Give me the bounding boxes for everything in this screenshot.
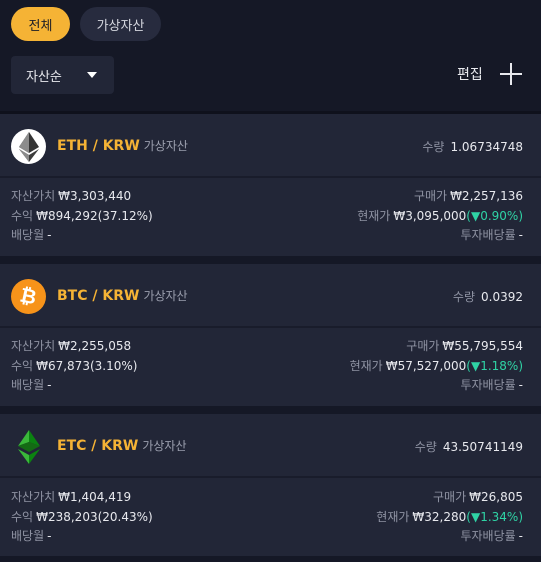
quantity-label: 수량: [452, 290, 475, 304]
profit-label: 수익: [11, 359, 34, 373]
current-price-value: ₩3,095,000: [393, 209, 467, 223]
asset-pair-label: ETC / KRW: [57, 438, 139, 454]
price-change: (▼1.18%): [466, 359, 523, 373]
asset-value: 자산가치 ₩1,404,419: [11, 488, 131, 505]
card-separator: [0, 476, 541, 478]
dividend-yield-value: -: [518, 228, 523, 242]
card-gap: [0, 256, 541, 264]
dividend-yield: 투자배당률 -: [460, 376, 523, 393]
dividend-month: 배당월 -: [11, 376, 51, 393]
buy-price: 구매가 ₩2,257,136: [414, 187, 523, 204]
dividend-month-label: 배당월: [11, 228, 45, 242]
asset-card[interactable]: ₿ BTC / KRW 가상자산 수량 0.0392 자산가치 ₩2,255,058 …: [0, 264, 541, 406]
buy-price-value: ₩2,257,136: [450, 189, 523, 203]
caret-down-icon: [87, 72, 97, 78]
sort-label: 자산순: [26, 69, 62, 85]
card-separator: [0, 326, 541, 328]
asset-type: 가상자산: [143, 289, 188, 303]
sort-dropdown[interactable]: 자산순: [11, 56, 114, 94]
asset-pair: BTC / KRW 가상자산: [57, 287, 188, 304]
profit-amount: ₩67,873(3.10%): [36, 359, 138, 373]
quantity-value: 43.50741149: [442, 440, 523, 454]
asset-card-header: ETC / KRW 가상자산 수량 43.50741149: [0, 414, 541, 476]
quantity: 수량 0.0392: [453, 288, 523, 305]
profit-amount: ₩238,203(20.43%): [36, 510, 153, 524]
asset-value-amount: ₩3,303,440: [58, 189, 132, 203]
asset-pair: ETC / KRW 가상자산: [57, 437, 187, 454]
buy-price: 구매가 ₩55,795,554: [406, 337, 523, 354]
price-change: (▼0.90%): [466, 209, 523, 223]
quantity-value: 1.06734748: [450, 140, 523, 154]
asset-card-header: ETH / KRW 가상자산 수량 1.06734748: [0, 114, 541, 176]
profit-amount: ₩894,292(37.12%): [36, 209, 153, 223]
asset-value-amount: ₩2,255,058: [58, 339, 132, 353]
current-price-value: ₩57,527,000: [385, 359, 467, 373]
filter-tabs: 전체 가상자산: [11, 7, 161, 41]
current-price-value: ₩32,280: [412, 510, 467, 524]
current-price-label: 현재가: [349, 359, 383, 373]
asset-value-label: 자산가치: [11, 339, 56, 353]
asset-value: 자산가치 ₩3,303,440: [11, 187, 131, 204]
asset-card-header: ₿ BTC / KRW 가상자산 수량 0.0392: [0, 264, 541, 326]
buy-price-label: 구매가: [406, 339, 440, 353]
profit: 수익 ₩238,203(20.43%): [11, 508, 153, 525]
current-price-label: 현재가: [376, 510, 410, 524]
dividend-month: 배당월 -: [11, 527, 51, 544]
asset-pair: ETH / KRW 가상자산: [57, 137, 188, 154]
quantity: 수량 1.06734748: [422, 138, 523, 155]
profit-label: 수익: [11, 209, 34, 223]
current-price: 현재가 ₩57,527,000(▼1.18%): [350, 357, 523, 374]
asset-value-amount: ₩1,404,419: [58, 490, 132, 504]
tab-all[interactable]: 전체: [11, 7, 70, 41]
buy-price-value: ₩26,805: [469, 490, 523, 504]
buy-price: 구매가 ₩26,805: [433, 488, 523, 505]
buy-price-label: 구매가: [413, 189, 448, 203]
card-gap: [0, 406, 541, 414]
dividend-yield-label: 투자배당률: [460, 228, 516, 242]
ethereum-classic-icon: [11, 429, 46, 464]
dividend-yield-value: -: [518, 529, 523, 543]
buy-price-value: ₩55,795,554: [442, 339, 523, 353]
asset-type: 가상자산: [143, 139, 188, 153]
current-price: 현재가 ₩32,280(▼1.34%): [376, 508, 523, 525]
add-icon[interactable]: [500, 63, 522, 85]
current-price: 현재가 ₩3,095,000(▼0.90%): [357, 207, 523, 224]
dividend-month-label: 배당월: [11, 529, 45, 543]
asset-card[interactable]: ETC / KRW 가상자산 수량 43.50741149 자산가치 ₩1,404,4…: [0, 414, 541, 556]
asset-value: 자산가치 ₩2,255,058: [11, 337, 131, 354]
dividend-month-value: -: [47, 228, 52, 242]
profit-label: 수익: [11, 510, 34, 524]
profit: 수익 ₩894,292(37.12%): [11, 207, 153, 224]
quantity-label: 수량: [422, 140, 445, 154]
quantity: 수량 43.50741149: [415, 438, 523, 455]
asset-pair-label: ETH / KRW: [57, 138, 140, 154]
dividend-month-label: 배당월: [11, 378, 45, 392]
profit: 수익 ₩67,873(3.10%): [11, 357, 137, 374]
edit-button[interactable]: 편집: [457, 64, 483, 84]
asset-card[interactable]: ETH / KRW 가상자산 수량 1.06734748 자산가치 ₩3,303,44…: [0, 114, 541, 256]
dividend-month: 배당월 -: [11, 226, 51, 243]
card-separator: [0, 176, 541, 178]
ethereum-icon: [11, 129, 46, 164]
asset-value-label: 자산가치: [11, 490, 56, 504]
buy-price-label: 구매가: [433, 490, 467, 504]
dividend-month-value: -: [47, 378, 52, 392]
asset-type: 가상자산: [142, 439, 187, 453]
current-price-label: 현재가: [357, 209, 391, 223]
asset-value-label: 자산가치: [11, 189, 56, 203]
dividend-yield-value: -: [518, 378, 523, 392]
quantity-value: 0.0392: [481, 290, 523, 304]
dividend-yield-label: 투자배당률: [460, 529, 516, 543]
price-change: (▼1.34%): [466, 510, 523, 524]
quantity-label: 수량: [414, 440, 437, 454]
dividend-yield: 투자배당률 -: [460, 527, 523, 544]
tab-crypto[interactable]: 가상자산: [80, 7, 161, 41]
dividend-yield: 투자배당률 -: [460, 226, 523, 243]
asset-pair-label: BTC / KRW: [57, 288, 140, 304]
dividend-month-value: -: [47, 529, 52, 543]
dividend-yield-label: 투자배당률: [460, 378, 516, 392]
bitcoin-icon: ₿: [11, 279, 46, 314]
